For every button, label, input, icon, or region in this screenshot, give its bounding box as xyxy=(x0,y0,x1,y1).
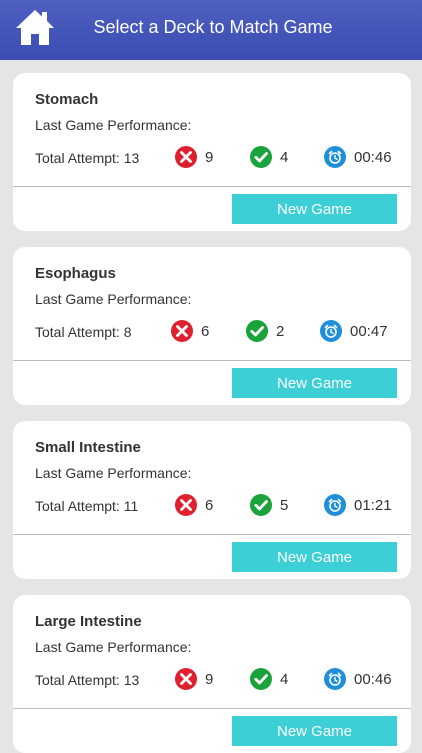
wrong-stat: 6 xyxy=(171,319,209,343)
correct-count: 4 xyxy=(280,670,289,688)
divider xyxy=(13,534,411,535)
correct-stat: 2 xyxy=(246,319,284,343)
wrong-icon xyxy=(175,494,197,516)
correct-stat: 5 xyxy=(250,493,288,517)
new-game-button[interactable]: New Game xyxy=(232,716,397,746)
wrong-stat: 6 xyxy=(175,493,213,517)
alarm-clock-icon xyxy=(324,494,346,516)
app-header: Select a Deck to Match Game xyxy=(0,0,422,60)
stats-row: Total Attempt: 8 6 2 00:47 xyxy=(13,319,411,343)
deck-card: Large Intestine Last Game Performance: T… xyxy=(13,595,411,753)
correct-icon xyxy=(250,494,272,516)
page-title: Select a Deck to Match Game xyxy=(93,17,333,37)
correct-icon xyxy=(250,668,272,690)
correct-stat: 4 xyxy=(250,667,288,691)
total-attempts: Total Attempt: 11 xyxy=(35,498,139,514)
new-game-button[interactable]: New Game xyxy=(232,368,397,398)
correct-count: 4 xyxy=(280,148,289,166)
correct-icon xyxy=(250,146,272,168)
deck-name: Small Intestine xyxy=(35,439,141,456)
new-game-button[interactable]: New Game xyxy=(232,542,397,572)
wrong-icon xyxy=(171,320,193,342)
time-value: 00:46 xyxy=(354,148,392,166)
stats-row: Total Attempt: 13 9 4 00:46 xyxy=(13,667,411,691)
wrong-icon xyxy=(175,668,197,690)
time-stat: 00:46 xyxy=(324,667,392,691)
correct-count: 5 xyxy=(280,496,289,514)
time-value: 01:21 xyxy=(354,496,392,514)
divider xyxy=(13,708,411,709)
performance-label: Last Game Performance: xyxy=(35,291,192,307)
deck-card: Stomach Last Game Performance: Total Att… xyxy=(13,73,411,231)
deck-name: Esophagus xyxy=(35,265,116,282)
deck-name: Large Intestine xyxy=(35,613,142,630)
wrong-count: 6 xyxy=(201,322,210,340)
alarm-clock-icon xyxy=(320,320,342,342)
total-attempts: Total Attempt: 13 xyxy=(35,672,140,688)
alarm-clock-icon xyxy=(324,146,346,168)
wrong-stat: 9 xyxy=(175,145,213,169)
correct-stat: 4 xyxy=(250,145,288,169)
wrong-count: 9 xyxy=(205,670,214,688)
performance-label: Last Game Performance: xyxy=(35,117,192,133)
wrong-stat: 9 xyxy=(175,667,213,691)
time-value: 00:46 xyxy=(354,670,392,688)
alarm-clock-icon xyxy=(324,668,346,690)
deck-card: Small Intestine Last Game Performance: T… xyxy=(13,421,411,579)
time-stat: 01:21 xyxy=(324,493,392,517)
time-stat: 00:47 xyxy=(320,319,388,343)
divider xyxy=(13,360,411,361)
performance-label: Last Game Performance: xyxy=(35,465,192,481)
deck-card: Esophagus Last Game Performance: Total A… xyxy=(13,247,411,405)
time-stat: 00:46 xyxy=(324,145,392,169)
wrong-count: 6 xyxy=(205,496,214,514)
time-value: 00:47 xyxy=(350,322,388,340)
performance-label: Last Game Performance: xyxy=(35,639,192,655)
wrong-icon xyxy=(175,146,197,168)
stats-row: Total Attempt: 13 9 4 00:46 xyxy=(13,145,411,169)
new-game-button[interactable]: New Game xyxy=(232,194,397,224)
total-attempts: Total Attempt: 13 xyxy=(35,150,140,166)
divider xyxy=(13,186,411,187)
correct-icon xyxy=(246,320,268,342)
correct-count: 2 xyxy=(276,322,285,340)
total-attempts: Total Attempt: 8 xyxy=(35,324,132,340)
deck-name: Stomach xyxy=(35,91,99,108)
wrong-count: 9 xyxy=(205,148,214,166)
stats-row: Total Attempt: 11 6 5 01:21 xyxy=(13,493,411,517)
